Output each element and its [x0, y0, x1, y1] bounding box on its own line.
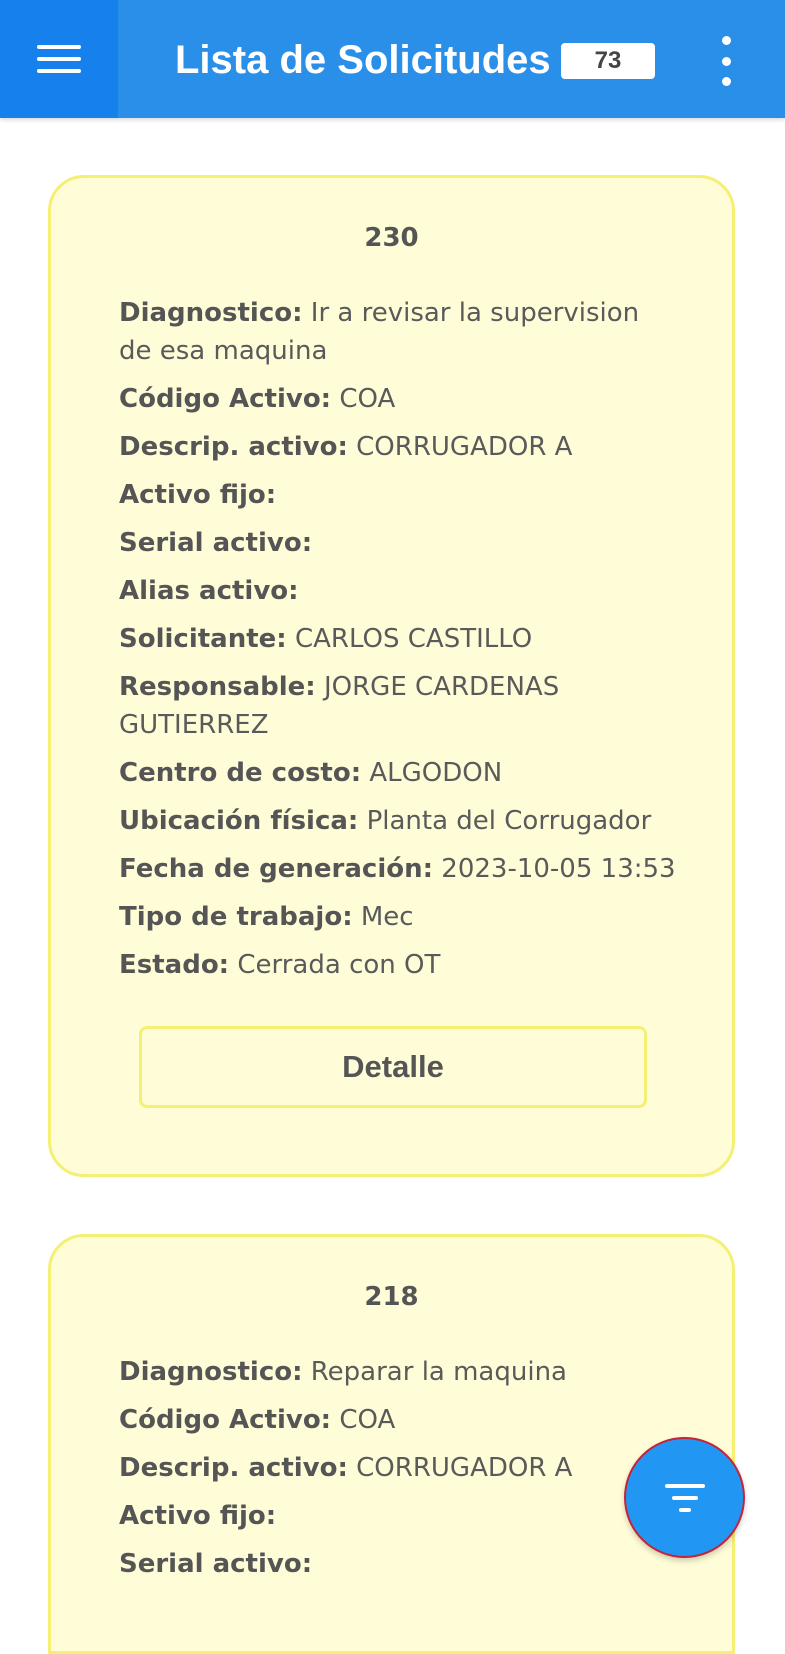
field-codigo-activo: Código Activo: COA	[119, 384, 396, 414]
request-card: 218 Diagnostico: Reparar la maquina Códi…	[48, 1234, 735, 1654]
field-activo-fijo: Activo fijo:	[119, 1501, 277, 1531]
field-fecha-generacion: Fecha de generación: 2023-10-05 13:53	[119, 854, 676, 884]
field-solicitante: Solicitante: CARLOS CASTILLO	[119, 624, 533, 654]
detail-button[interactable]: Detalle	[139, 1026, 647, 1108]
filter-icon	[664, 1483, 705, 1512]
field-activo-fijo: Activo fijo:	[119, 480, 277, 510]
request-fields: Diagnostico: Ir a revisar la supervision…	[119, 294, 679, 994]
request-card: 230 Diagnostico: Ir a revisar la supervi…	[48, 175, 735, 1177]
more-vert-icon[interactable]	[706, 36, 746, 86]
field-tipo-trabajo: Tipo de trabajo: Mec	[119, 902, 414, 932]
field-ubicacion-fisica: Ubicación física: Planta del Corrugador	[119, 806, 652, 836]
app-bar: Lista de Solicitudes 73	[0, 0, 785, 118]
field-descrip-activo: Descrip. activo: CORRUGADOR A	[119, 432, 573, 462]
field-descrip-activo: Descrip. activo: CORRUGADOR A	[119, 1453, 573, 1483]
field-estado: Estado: Cerrada con OT	[119, 950, 441, 980]
hamburger-menu-icon	[37, 37, 81, 81]
field-centro-costo: Centro de costo: ALGODON	[119, 758, 503, 788]
menu-button[interactable]	[0, 0, 118, 118]
field-serial-activo: Serial activo:	[119, 528, 313, 558]
field-serial-activo: Serial activo:	[119, 1549, 313, 1579]
field-diagnostico: Diagnostico: Ir a revisar la supervision…	[119, 298, 640, 366]
page-title: Lista de Solicitudes	[175, 38, 551, 82]
count-badge: 73	[561, 43, 655, 79]
field-responsable: Responsable: JORGE CARDENAS GUTIERREZ	[119, 672, 560, 740]
request-fields: Diagnostico: Reparar la maquina Código A…	[119, 1353, 679, 1593]
filter-button[interactable]	[624, 1437, 745, 1558]
request-id: 230	[364, 223, 419, 253]
field-alias-activo: Alias activo:	[119, 576, 299, 606]
field-codigo-activo: Código Activo: COA	[119, 1405, 396, 1435]
field-diagnostico: Diagnostico: Reparar la maquina	[119, 1357, 567, 1387]
request-id: 218	[364, 1282, 419, 1312]
